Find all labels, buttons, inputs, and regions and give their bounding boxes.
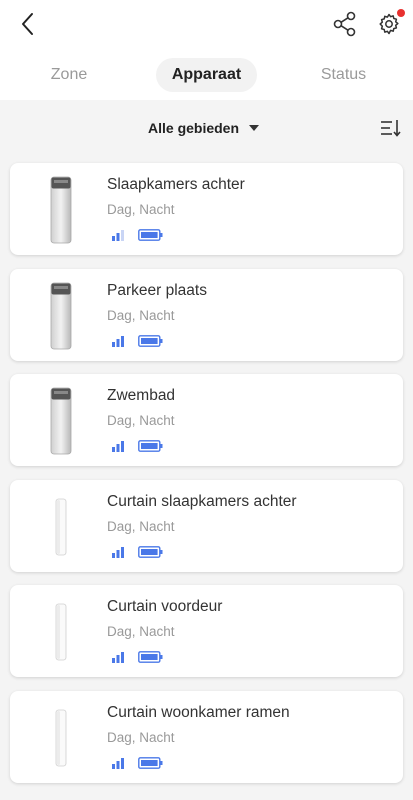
area-filter-label: Alle gebieden <box>148 120 240 136</box>
battery-status <box>138 650 163 663</box>
device-mode: Dag, Nacht <box>107 202 175 217</box>
filter-row: Alle gebieden <box>0 110 413 146</box>
sort-button[interactable] <box>378 116 402 140</box>
device-card[interactable]: Curtain voordeur Dag, Nacht <box>10 585 403 677</box>
tab-status[interactable]: Status <box>305 58 382 92</box>
sort-icon <box>381 120 401 137</box>
signal-strength <box>111 545 125 558</box>
device-name: Curtain woonkamer ramen <box>107 703 290 721</box>
top-bar: Zone Apparaat Status <box>0 0 413 100</box>
tab-bar: Zone Apparaat Status <box>0 58 413 92</box>
back-button[interactable] <box>14 10 42 38</box>
notification-dot <box>397 9 405 17</box>
device-mode: Dag, Nacht <box>107 729 175 745</box>
device-name: Curtain voordeur <box>107 598 223 615</box>
share-button[interactable] <box>331 10 359 38</box>
area-filter-dropdown[interactable]: Alle gebieden <box>148 118 260 138</box>
tab-apparaat[interactable]: Apparaat <box>156 58 257 92</box>
device-image <box>50 387 72 455</box>
signal-strength <box>111 439 125 452</box>
signal-icon <box>112 441 124 452</box>
signal-strength <box>111 756 125 769</box>
battery-icon <box>138 756 163 769</box>
device-thumbnail <box>46 281 76 351</box>
device-image <box>50 282 72 349</box>
device-card[interactable]: Parkeer plaats Dag, Nacht <box>10 268 403 361</box>
device-card[interactable]: Slaapkamers achter Dag, Nacht <box>10 163 403 255</box>
signal-icon <box>112 652 124 663</box>
caret-down-icon <box>249 125 260 131</box>
signal-strength <box>111 228 125 241</box>
signal-strength <box>111 334 125 347</box>
device-card[interactable]: Zwembad Dag, Nacht <box>10 374 403 466</box>
device-card[interactable]: Curtain woonkamer ramen Dag, Nacht <box>10 690 403 783</box>
chevron-left-icon <box>22 13 33 35</box>
device-thumbnail <box>46 703 76 773</box>
device-mode: Dag, Nacht <box>107 307 175 323</box>
signal-icon <box>112 230 124 241</box>
share-icon <box>333 11 356 37</box>
battery-status <box>138 545 163 558</box>
device-thumbnail <box>46 492 76 562</box>
battery-icon <box>138 440 163 452</box>
device-image <box>50 176 72 244</box>
battery-status <box>138 439 163 452</box>
battery-status <box>138 756 163 769</box>
battery-status <box>138 228 163 241</box>
device-image <box>55 709 67 766</box>
settings-button[interactable] <box>375 9 405 38</box>
device-list: Slaapkamers achter Dag, Nacht Parkeer plaa… <box>10 163 403 796</box>
device-name: Slaapkamers achter <box>107 176 245 193</box>
device-name: Zwembad <box>107 387 176 404</box>
device-thumbnail <box>46 597 76 667</box>
device-mode: Dag, Nacht <box>107 518 175 534</box>
device-card[interactable]: Curtain slaapkamers achter Dag, Nacht <box>10 479 403 572</box>
device-image <box>55 498 67 555</box>
battery-icon <box>138 334 163 347</box>
signal-icon <box>112 757 124 769</box>
signal-icon <box>112 546 124 558</box>
battery-icon <box>138 229 163 241</box>
device-thumbnail <box>46 175 76 245</box>
battery-icon <box>138 545 163 558</box>
device-name: Curtain slaapkamers achter <box>107 492 297 510</box>
tab-zone[interactable]: Zone <box>32 58 106 92</box>
device-mode: Dag, Nacht <box>107 413 175 428</box>
signal-icon <box>112 335 124 347</box>
device-mode: Dag, Nacht <box>107 624 175 639</box>
signal-strength <box>111 650 125 663</box>
battery-icon <box>138 651 163 663</box>
device-name: Parkeer plaats <box>107 281 207 299</box>
device-image <box>55 603 67 661</box>
battery-status <box>138 334 163 347</box>
device-thumbnail <box>46 386 76 456</box>
